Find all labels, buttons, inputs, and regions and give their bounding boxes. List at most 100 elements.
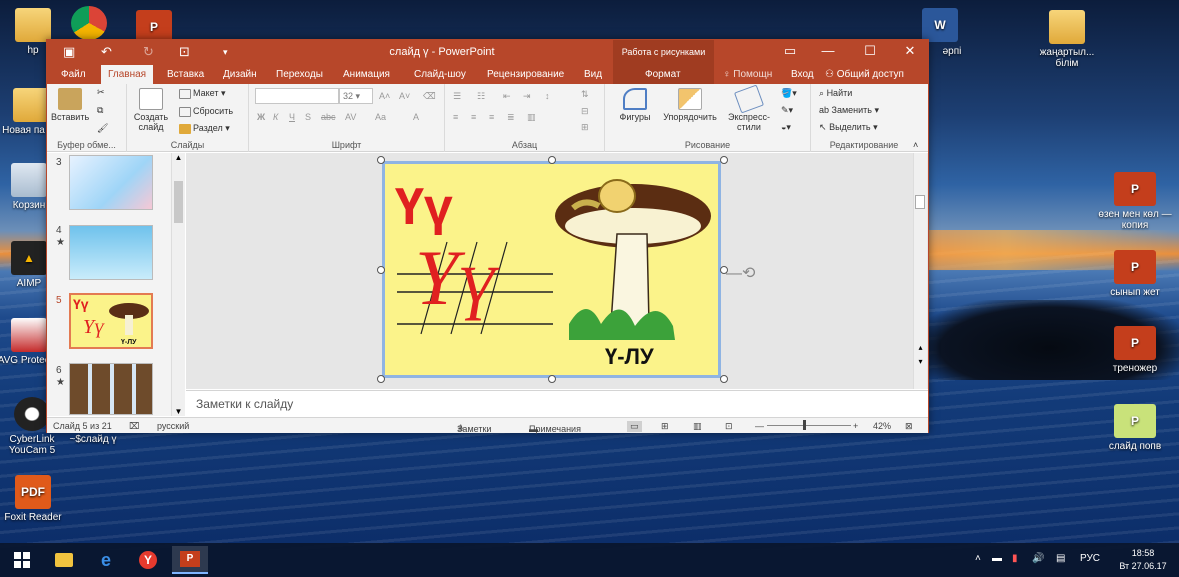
slide-sorter-icon[interactable]: ⊞ — [661, 421, 669, 432]
slide-thumbnail[interactable] — [69, 225, 153, 280]
arrange-button[interactable]: Упорядочить — [659, 88, 721, 122]
zoom-level[interactable]: 42% — [873, 421, 891, 431]
shrink-font-icon[interactable]: A˅ — [399, 91, 410, 101]
minimize-button[interactable]: — — [813, 43, 843, 61]
quick-styles-button[interactable]: Экспресс-стили — [725, 84, 773, 132]
rotate-handle-icon[interactable]: —⟲ — [726, 263, 755, 283]
columns-icon[interactable]: ▥ — [527, 112, 536, 123]
zoom-in-icon[interactable]: + — [853, 421, 858, 431]
battery-icon[interactable]: ▮ — [1012, 553, 1018, 564]
tab-insert[interactable]: Вставка — [167, 69, 204, 80]
underline-icon[interactable]: Ч — [289, 112, 295, 122]
char-spacing-icon[interactable]: AV — [345, 112, 356, 122]
file-explorer-button[interactable] — [46, 546, 82, 574]
selection-handle[interactable] — [720, 156, 728, 164]
tab-design[interactable]: Дизайн — [223, 69, 257, 80]
edge-button[interactable]: e — [88, 546, 124, 574]
signin-link[interactable]: Вход — [791, 69, 814, 80]
desktop-icon-ppt-slide[interactable]: P слайд попв — [1098, 404, 1172, 452]
zoom-slider[interactable] — [767, 425, 851, 426]
prev-slide-icon[interactable]: ▴ — [914, 343, 927, 352]
yandex-button[interactable]: Y — [130, 546, 166, 574]
undo-icon[interactable]: ↶ — [101, 44, 112, 60]
current-slide[interactable]: Үү Үү Ү-ЛУ — [382, 161, 721, 378]
desktop-icon-chrome[interactable] — [52, 6, 126, 43]
clock[interactable]: 18:58 Вт 27.06.17 — [1112, 547, 1174, 573]
powerpoint-window[interactable]: ▣ ↶ ↻ ⊡ ▾ слайд ү - PowerPoint Файл Глав… — [46, 39, 929, 434]
language-indicator[interactable]: русский — [157, 421, 189, 431]
shape-outline-icon[interactable]: ✎▾ — [781, 105, 793, 116]
font-color-icon[interactable]: A — [413, 112, 419, 122]
powerpoint-taskbar-button[interactable]: P — [172, 546, 208, 574]
desktop-icon-ppt-class[interactable]: P сынып жет — [1098, 250, 1172, 298]
selection-handle[interactable] — [548, 375, 556, 383]
selection-handle[interactable] — [720, 375, 728, 383]
align-right-icon[interactable]: ≡ — [489, 112, 494, 122]
slide-editing-area[interactable]: Үү Үү Ү-ЛУ —⟲ ▴ ▾ — [186, 153, 928, 389]
shape-fill-icon[interactable]: 🪣▾ — [781, 88, 797, 99]
slide-thumbnail-selected[interactable]: Үү Үү Ү-ЛУ — [69, 293, 153, 349]
numbering-icon[interactable]: ☷ — [477, 91, 485, 102]
tab-file[interactable]: Файл — [61, 69, 86, 80]
replace-button[interactable]: ab Заменить ▾ — [819, 105, 879, 116]
network-icon[interactable]: ▬ — [992, 553, 1002, 564]
line-spacing-icon[interactable]: ↕ — [545, 91, 550, 101]
reset-button[interactable]: Сбросить — [179, 106, 233, 117]
tab-review[interactable]: Рецензирование — [487, 69, 564, 80]
tab-transitions[interactable]: Переходы — [276, 69, 323, 80]
slide-thumbnail[interactable] — [69, 155, 153, 210]
ribbon-display-icon[interactable]: ▭ — [775, 43, 805, 61]
selection-handle[interactable] — [377, 375, 385, 383]
selection-handle[interactable] — [548, 156, 556, 164]
spellcheck-icon[interactable]: ⌧ — [129, 421, 139, 432]
grow-font-icon[interactable]: A˄ — [379, 91, 390, 101]
tab-home[interactable]: Главная — [101, 65, 154, 84]
fit-to-window-icon[interactable]: ⊠ — [905, 421, 913, 432]
desktop-icon-updated-folder[interactable]: жаңартыл... білім — [1030, 10, 1104, 69]
slide-picture[interactable]: Үү Үү Ү-ЛУ — [385, 164, 718, 375]
clear-format-icon[interactable]: ⌫ — [423, 91, 436, 102]
layout-button[interactable]: Макет ▾ — [179, 88, 226, 99]
tab-animation[interactable]: Анимация — [343, 69, 390, 80]
thumbnails-scrollbar[interactable]: ▲ ▼ — [171, 153, 185, 416]
slideshow-view-icon[interactable]: ⊡ — [725, 421, 733, 432]
align-center-icon[interactable]: ≡ — [471, 112, 476, 122]
slideshow-start-icon[interactable]: ⊡ — [179, 44, 190, 60]
share-button[interactable]: ⚇ Общий доступ — [825, 69, 904, 80]
format-painter-icon[interactable]: 🖌 — [97, 123, 108, 134]
notes-pane[interactable]: Заметки к слайду — [186, 390, 928, 416]
save-icon[interactable]: ▣ — [63, 44, 75, 60]
start-button[interactable] — [4, 546, 40, 574]
shadow-icon[interactable]: S — [305, 112, 311, 122]
show-hidden-icons-icon[interactable]: ˄ — [975, 553, 981, 564]
volume-icon[interactable]: 🔊 — [1032, 553, 1044, 564]
shape-effects-icon[interactable]: ◒▾ — [781, 122, 791, 133]
input-language[interactable]: РУС — [1080, 553, 1100, 564]
smartart-icon[interactable]: ⊞ — [581, 122, 589, 133]
zoom-slider-thumb[interactable] — [803, 420, 806, 430]
bullets-icon[interactable]: ☰ — [453, 91, 461, 102]
find-button[interactable]: ⌕ Найти — [819, 88, 852, 99]
font-size-box[interactable]: 32 ▾ — [339, 88, 373, 104]
copy-icon[interactable]: ⧉ — [97, 105, 103, 116]
tab-slideshow[interactable]: Слайд-шоу — [414, 69, 466, 80]
justify-icon[interactable]: ≣ — [507, 112, 515, 123]
next-slide-icon[interactable]: ▾ — [914, 357, 927, 366]
align-left-icon[interactable]: ≡ — [453, 112, 458, 122]
tell-me-help[interactable]: ♀ Помощн — [723, 69, 772, 80]
align-text-icon[interactable]: ⊟ — [581, 106, 589, 117]
notifications-icon[interactable]: ▤ — [1056, 553, 1065, 564]
scroll-down-arrow[interactable]: ▼ — [172, 407, 185, 416]
customize-qat-icon[interactable]: ▾ — [223, 47, 228, 58]
bold-icon[interactable]: Ж — [257, 112, 265, 122]
strikethrough-icon[interactable]: abc — [321, 112, 336, 122]
font-name-box[interactable] — [255, 88, 339, 104]
cut-icon[interactable]: ✂ — [97, 87, 105, 98]
normal-view-icon[interactable]: ▭ — [627, 421, 642, 432]
redo-icon[interactable]: ↻ — [143, 44, 154, 60]
new-slide-button[interactable]: Создать слайд — [131, 88, 171, 132]
select-button[interactable]: ↖ Выделить ▾ — [819, 122, 878, 133]
text-direction-icon[interactable]: ⇅ — [581, 89, 589, 100]
zoom-out-icon[interactable]: — — [755, 421, 764, 431]
selection-handle[interactable] — [377, 266, 385, 274]
